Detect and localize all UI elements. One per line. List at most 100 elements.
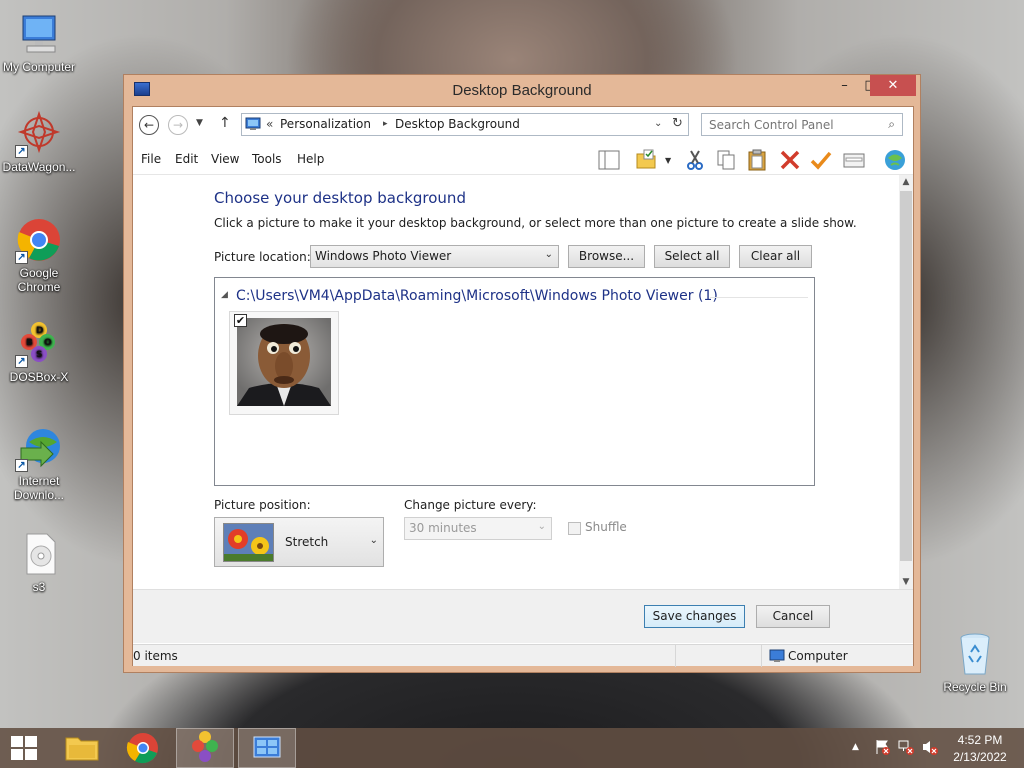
taskbar-chrome[interactable] <box>114 728 172 768</box>
save-changes-button[interactable]: Save changes <box>644 605 745 628</box>
picture-location-select[interactable]: Windows Photo Viewer ⌄ <box>310 245 559 268</box>
dosbox-icon <box>192 731 218 762</box>
shuffle-checkbox[interactable] <box>568 522 581 535</box>
clock-date[interactable]: 2/13/2022 <box>946 750 1014 764</box>
window-client: ← → ▼ ↑ « Personalization ▸ Desktop Back… <box>132 106 914 667</box>
desktop-icon-label: Internet Downlo... <box>13 474 65 502</box>
control-panel-icon <box>253 736 281 758</box>
copy-icon[interactable] <box>714 148 738 172</box>
desktop-icon-s3[interactable]: s3 <box>0 530 78 594</box>
windows-logo-icon <box>11 736 37 760</box>
cut-icon[interactable] <box>683 148 707 172</box>
breadcrumb-overflow[interactable]: « <box>266 117 273 131</box>
network-icon[interactable] <box>898 739 914 755</box>
volume-muted-icon[interactable] <box>922 739 938 755</box>
up-button[interactable]: ↑ <box>219 115 231 131</box>
recycle-bin-icon <box>951 630 999 678</box>
menu-tools[interactable]: Tools <box>252 152 282 166</box>
menu-file[interactable]: File <box>141 152 161 166</box>
taskbar-file-explorer[interactable] <box>53 728 111 768</box>
svg-text:D: D <box>36 326 43 336</box>
action-center-flag-icon[interactable] <box>874 739 890 755</box>
menu-view[interactable]: View <box>211 152 239 166</box>
select-all-button[interactable]: Select all <box>654 245 730 268</box>
chevron-down-icon: ⌄ <box>537 521 546 532</box>
svg-text:O: O <box>44 338 52 348</box>
collapse-group-icon[interactable]: ◢ <box>221 290 228 300</box>
show-hidden-icons-icon[interactable]: ▲ <box>852 742 859 752</box>
taskbar-control-panel[interactable] <box>238 728 296 768</box>
arrow-left-icon: ← <box>143 118 155 132</box>
menu-bar: File Edit View Tools Help ▼ <box>133 143 913 175</box>
menu-edit[interactable]: Edit <box>175 152 198 166</box>
folder-options-dropdown-icon[interactable]: ▼ <box>665 156 671 165</box>
clear-all-button[interactable]: Clear all <box>739 245 812 268</box>
breadcrumb-personalization[interactable]: Personalization <box>280 117 371 131</box>
chrome-icon: ↗ <box>15 216 63 264</box>
desktop-icon-datawagon[interactable]: ↗ DataWagon... <box>0 110 78 174</box>
paste-icon[interactable] <box>746 148 770 172</box>
change-interval-value: 30 minutes <box>409 521 477 535</box>
button-panel: Save changes Cancel <box>133 589 913 643</box>
change-interval-select[interactable]: 30 minutes ⌄ <box>404 517 552 540</box>
minimize-button[interactable]: – <box>831 75 858 96</box>
status-divider <box>761 645 762 667</box>
recent-pages-dropdown[interactable]: ▼ <box>196 118 203 128</box>
datawagon-icon: ↗ <box>15 110 63 158</box>
forward-button[interactable]: → <box>168 115 188 135</box>
search-box[interactable]: ⌕ <box>701 113 903 136</box>
refresh-icon[interactable]: ↻ <box>672 116 683 131</box>
search-input[interactable] <box>702 114 872 135</box>
vertical-scrollbar[interactable]: ▲ ▼ <box>899 175 913 589</box>
desktop-icon-label: s3 <box>32 580 46 594</box>
browse-button[interactable]: Browse... <box>568 245 645 268</box>
delete-icon[interactable] <box>778 148 802 172</box>
title-bar[interactable]: Desktop Background – □ ✕ <box>124 75 920 106</box>
start-button[interactable] <box>0 728 48 768</box>
disc-file-icon <box>15 530 63 578</box>
address-bar[interactable]: « Personalization ▸ Desktop Background ⌄… <box>241 113 689 136</box>
chevron-down-icon: ⌄ <box>544 249 553 260</box>
globe-icon[interactable] <box>883 148 907 172</box>
status-divider <box>675 645 676 667</box>
search-icon[interactable]: ⌕ <box>888 117 895 132</box>
address-dropdown-icon[interactable]: ⌄ <box>654 118 662 129</box>
back-button[interactable]: ← <box>139 115 159 135</box>
scroll-up-icon[interactable]: ▲ <box>899 175 913 189</box>
shortcut-arrow-icon: ↗ <box>15 355 28 368</box>
picture-thumbnail[interactable]: ✔ <box>229 311 339 415</box>
checkmark-icon[interactable] <box>809 148 833 172</box>
desktop-background-window: Desktop Background – □ ✕ ← → ▼ ↑ « Perso… <box>123 74 921 673</box>
breadcrumb-separator[interactable]: ▸ <box>383 119 388 129</box>
taskbar-dosbox[interactable] <box>176 728 234 768</box>
clock-time[interactable]: 4:52 PM <box>950 733 1010 747</box>
picture-position-select[interactable]: Stretch ⌄ <box>214 517 384 567</box>
desktop-icon-google-chrome[interactable]: ↗ Google Chrome <box>0 216 78 294</box>
page-heading: Choose your desktop background <box>214 189 466 207</box>
preview-pane-icon[interactable] <box>597 148 621 172</box>
shortcut-arrow-icon: ↗ <box>15 145 28 158</box>
desktop-icon-recycle-bin[interactable]: Recycle Bin <box>936 630 1014 694</box>
desktop-icon-label: My Computer <box>2 60 76 74</box>
arrow-up-icon: ↑ <box>219 115 231 131</box>
desktop-icon-internet-download[interactable]: ↗ Internet Downlo... <box>0 424 78 502</box>
thumbnail-checkbox[interactable]: ✔ <box>234 314 247 327</box>
desktop-icon-dosbox-x[interactable]: DB OS ↗ DOSBox-X <box>0 320 78 384</box>
picture-location-value: Windows Photo Viewer <box>315 249 452 263</box>
picture-group-title[interactable]: C:\Users\VM4\AppData\Roaming\Microsoft\W… <box>236 288 718 304</box>
breadcrumb-desktop-background[interactable]: Desktop Background <box>395 117 520 131</box>
cancel-button[interactable]: Cancel <box>756 605 830 628</box>
arrow-right-icon: → <box>172 118 184 132</box>
globe-download-icon: ↗ <box>15 424 63 472</box>
menu-help[interactable]: Help <box>297 152 324 166</box>
scroll-down-icon[interactable]: ▼ <box>899 575 913 589</box>
scrollbar-thumb[interactable] <box>900 191 912 561</box>
dosbox-icon: DB OS ↗ <box>15 320 63 368</box>
close-button[interactable]: ✕ <box>870 75 916 96</box>
desktop-icon-my-computer[interactable]: My Computer <box>0 10 78 74</box>
properties-icon[interactable] <box>842 148 866 172</box>
desktop-icon-label: DataWagon... <box>2 160 76 174</box>
folder-options-icon[interactable] <box>635 148 659 172</box>
desktop-icon-label: Recycle Bin <box>943 680 1007 694</box>
folder-icon <box>65 737 99 761</box>
